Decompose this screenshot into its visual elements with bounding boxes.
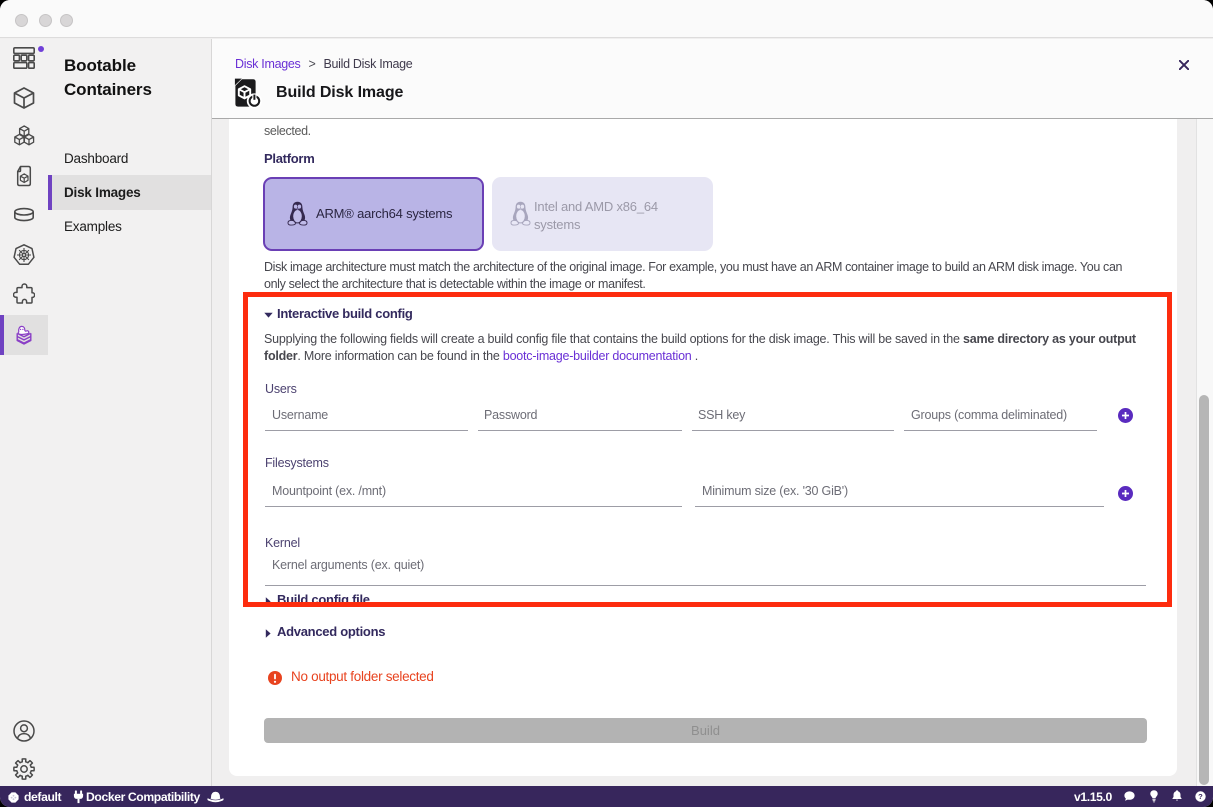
svg-text:?: ? xyxy=(1198,792,1203,801)
